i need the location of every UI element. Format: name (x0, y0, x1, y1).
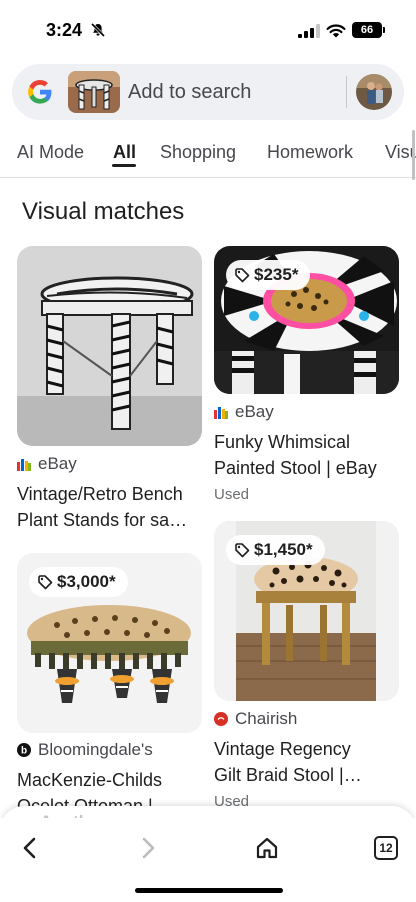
tab-count: 12 (374, 836, 398, 860)
result-title-line: Gilt Braid Stool |… (214, 765, 362, 785)
cellular-signal-icon (298, 24, 320, 38)
chevron-right-icon (142, 837, 155, 859)
ebay-logo-icon (17, 459, 31, 471)
tab-ai-mode[interactable]: AI Mode (17, 142, 84, 163)
price-text: $1,450* (254, 540, 313, 559)
result-title-line: Plant Stands for sa… (17, 510, 188, 530)
price-text: $3,000* (57, 572, 116, 591)
home-icon (256, 837, 278, 859)
home-indicator[interactable] (135, 888, 283, 893)
result-title-line: Painted Stool | eBay (214, 458, 377, 478)
result-title[interactable]: Vintage Regency Gilt Braid Stool |… (214, 736, 404, 788)
bell-muted-icon (90, 22, 106, 38)
search-tabs: AI Mode All Shopping Homework Visu (0, 128, 416, 178)
search-image-thumbnail[interactable] (68, 71, 120, 113)
price-tag-icon (235, 268, 250, 283)
ebay-logo-icon (214, 407, 228, 419)
result-title-line: Vintage Regency (214, 739, 351, 759)
active-tab-indicator (112, 164, 136, 167)
result-image[interactable] (17, 246, 202, 446)
result-title-line: Ocelot Ottoman | (17, 796, 153, 807)
chairish-logo-icon (214, 712, 228, 726)
result-title-line: Funky Whimsical (214, 432, 351, 452)
search-input[interactable]: Add to search (128, 81, 251, 104)
result-image[interactable]: $235* (214, 246, 399, 394)
result-title-line: Vintage/Retro Bench (17, 484, 183, 504)
source-name: Chairish (235, 709, 298, 728)
result-title[interactable]: Vintage/Retro Bench Plant Stands for sa… (17, 481, 207, 533)
bloomingdales-logo-icon: b (17, 743, 31, 757)
result-condition: Used (214, 486, 250, 503)
tab-homework[interactable]: Homework (267, 142, 353, 163)
result-image[interactable]: $1,450* (214, 521, 399, 701)
result-title[interactable]: Funky Whimsical Painted Stool | eBay (214, 429, 404, 481)
back-button[interactable] (8, 826, 52, 870)
battery-indicator: 66 (352, 22, 382, 38)
price-badge: $3,000* (29, 567, 128, 597)
forward-button[interactable] (126, 826, 170, 870)
tab-switcher-button[interactable]: 12 (364, 826, 408, 870)
svg-text:b: b (21, 746, 27, 757)
price-tag-icon (235, 543, 250, 558)
wifi-icon (326, 24, 346, 38)
result-source[interactable]: eBay (214, 402, 274, 422)
section-title: Visual matches (22, 198, 185, 225)
result-source[interactable]: Chairish (214, 709, 297, 729)
price-tag-icon (38, 575, 53, 590)
search-bar[interactable]: Add to search (12, 64, 404, 120)
result-source[interactable]: b Bloomingdale's (17, 740, 153, 760)
source-name: eBay (38, 454, 77, 473)
result-source[interactable]: eBay (17, 454, 77, 474)
price-badge: $235* (226, 260, 311, 290)
tab-all[interactable]: All (113, 142, 136, 163)
price-badge: $1,450* (226, 535, 325, 565)
status-time: 3:24 (46, 20, 83, 40)
tab-shopping[interactable]: Shopping (160, 142, 236, 163)
result-image[interactable]: $3,000* (17, 553, 202, 733)
home-button[interactable] (245, 826, 289, 870)
result-title-line: MacKenzie-Childs (17, 770, 163, 790)
source-name: eBay (235, 402, 274, 421)
google-logo-icon[interactable] (26, 78, 54, 106)
price-text: $235* (254, 265, 299, 284)
account-avatar[interactable] (356, 74, 392, 110)
chevron-left-icon (23, 837, 36, 859)
battery-tip (383, 27, 385, 33)
search-divider (346, 76, 347, 108)
status-bar: 3:24 66 (0, 0, 416, 62)
source-name: Bloomingdale's (38, 740, 153, 759)
tabs-scroll-indicator (412, 130, 415, 180)
result-title[interactable]: MacKenzie-Childs Ocelot Ottoman | (17, 767, 207, 807)
